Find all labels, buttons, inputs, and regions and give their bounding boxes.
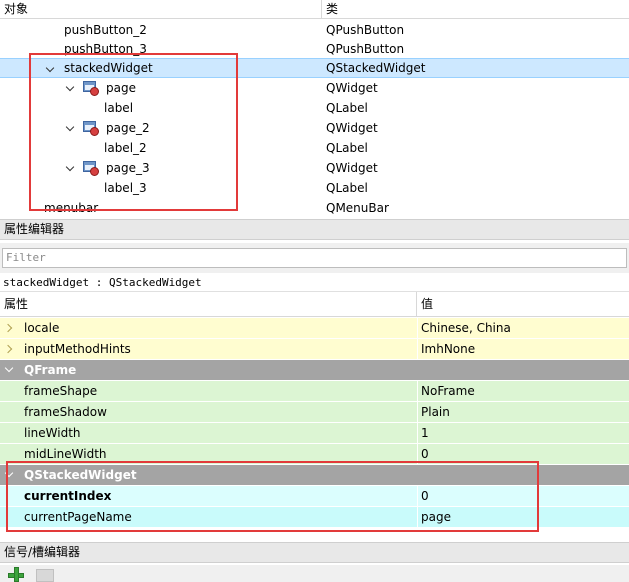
group-name: QFrame xyxy=(24,363,77,377)
add-connection-button[interactable] xyxy=(6,567,26,582)
value-column-header[interactable]: 值 xyxy=(417,292,433,317)
expand-arrow-icon[interactable] xyxy=(65,118,77,138)
property-value[interactable]: 1 xyxy=(421,423,429,444)
tree-item-page-3[interactable]: page_3 QWidget xyxy=(0,158,629,178)
expand-arrow-icon[interactable] xyxy=(65,78,77,98)
property-group-qstackedwidget[interactable]: QStackedWidget xyxy=(0,465,629,486)
property-name: frameShape xyxy=(24,384,98,398)
tree-item-pushbutton-2[interactable]: pushButton_2 QPushButton xyxy=(0,20,629,40)
property-value[interactable]: Chinese, China xyxy=(421,318,511,339)
object-name: page_2 xyxy=(106,121,150,135)
tree-item-menubar[interactable]: menubar QMenuBar xyxy=(0,198,629,216)
class-column-header[interactable]: 类 xyxy=(322,0,338,19)
property-name: frameShadow xyxy=(24,405,107,419)
expand-arrow-icon[interactable] xyxy=(45,59,57,79)
object-name: label xyxy=(104,101,134,115)
object-class: QLabel xyxy=(326,101,368,115)
property-name: locale xyxy=(24,321,60,335)
object-name: label_2 xyxy=(104,141,147,155)
property-value[interactable]: ImhNone xyxy=(421,339,475,360)
property-value[interactable]: page xyxy=(421,507,451,528)
object-inspector: 对象 类 pushButton_2 QPushButton pushButton… xyxy=(0,0,629,216)
tree-item-label-2[interactable]: label_2 QLabel xyxy=(0,138,629,158)
property-value[interactable]: Plain xyxy=(421,402,450,423)
tree-item-label[interactable]: label QLabel xyxy=(0,98,629,118)
filter-bar: Filter xyxy=(0,243,629,273)
object-column-header[interactable]: 对象 xyxy=(0,0,322,19)
property-value[interactable]: NoFrame xyxy=(421,381,475,402)
remove-connection-button[interactable] xyxy=(36,569,54,582)
object-name: pushButton_2 xyxy=(64,23,147,37)
signal-slot-toolbar xyxy=(0,565,629,582)
property-value[interactable]: 0 xyxy=(421,486,429,507)
property-name: lineWidth xyxy=(24,426,81,440)
object-class: QPushButton xyxy=(326,23,405,37)
property-name: midLineWidth xyxy=(24,447,107,461)
object-class: QWidget xyxy=(326,161,378,175)
object-name: page xyxy=(106,81,136,95)
property-row-locale[interactable]: locale Chinese, China xyxy=(0,318,629,339)
object-name: stackedWidget xyxy=(64,61,153,75)
page-widget-icon xyxy=(83,121,99,136)
property-row-currentpagename[interactable]: currentPageName page xyxy=(0,507,629,528)
object-class-label: stackedWidget : QStackedWidget xyxy=(0,273,629,292)
object-name: label_3 xyxy=(104,181,147,195)
page-widget-icon xyxy=(83,161,99,176)
property-name: currentPageName xyxy=(24,510,132,524)
tree-item-label-3[interactable]: label_3 QLabel xyxy=(0,178,629,198)
collapse-arrow-icon[interactable] xyxy=(5,465,17,486)
tree-item-pushbutton-3[interactable]: pushButton_3 QPushButton xyxy=(0,39,629,59)
object-class: QWidget xyxy=(326,121,378,135)
property-table-header: 属性 值 xyxy=(0,292,629,317)
property-group-qframe[interactable]: QFrame xyxy=(0,360,629,381)
object-name: menubar xyxy=(44,201,99,215)
expand-arrow-icon[interactable] xyxy=(65,158,77,178)
filter-input[interactable]: Filter xyxy=(2,248,627,268)
expand-arrow-icon[interactable] xyxy=(4,339,16,360)
property-name: inputMethodHints xyxy=(24,342,131,356)
object-name: page_3 xyxy=(106,161,150,175)
property-row-inputmethodhints[interactable]: inputMethodHints ImhNone xyxy=(0,339,629,360)
object-class: QLabel xyxy=(326,181,368,195)
object-class: QLabel xyxy=(326,141,368,155)
tree-item-stackedwidget[interactable]: stackedWidget QStackedWidget xyxy=(0,58,629,78)
property-value[interactable]: 0 xyxy=(421,444,429,465)
property-row-midlinewidth[interactable]: midLineWidth 0 xyxy=(0,444,629,465)
object-class: QPushButton xyxy=(326,42,405,56)
page-widget-icon xyxy=(83,81,99,96)
object-class: QStackedWidget xyxy=(326,61,426,75)
property-row-linewidth[interactable]: lineWidth 1 xyxy=(0,423,629,444)
tree-item-page[interactable]: page QWidget xyxy=(0,78,629,98)
property-column-header[interactable]: 属性 xyxy=(0,292,417,317)
object-class: QMenuBar xyxy=(326,201,389,215)
property-name: currentIndex xyxy=(24,489,112,503)
property-row-frameshadow[interactable]: frameShadow Plain xyxy=(0,402,629,423)
group-name: QStackedWidget xyxy=(24,468,137,482)
property-editor-title: 属性编辑器 xyxy=(0,219,629,240)
property-row-frameshape[interactable]: frameShape NoFrame xyxy=(0,381,629,402)
expand-arrow-icon[interactable] xyxy=(4,318,16,339)
object-name: pushButton_3 xyxy=(64,42,147,56)
collapse-arrow-icon[interactable] xyxy=(5,360,17,381)
object-class: QWidget xyxy=(326,81,378,95)
property-row-currentindex[interactable]: currentIndex 0 xyxy=(0,486,629,507)
signal-slot-editor-title: 信号/槽编辑器 xyxy=(0,542,629,563)
object-inspector-header: 对象 类 xyxy=(0,0,629,19)
tree-item-page-2[interactable]: page_2 QWidget xyxy=(0,118,629,138)
